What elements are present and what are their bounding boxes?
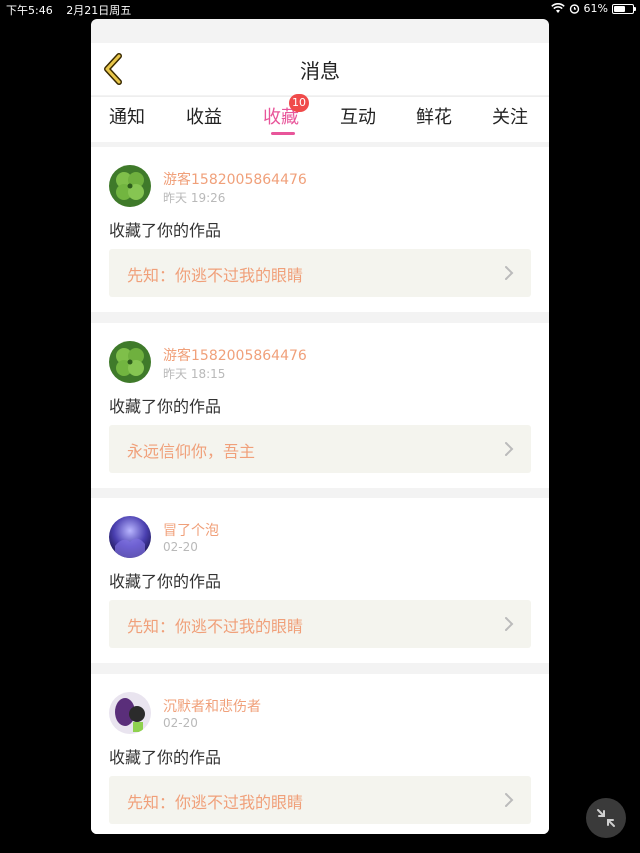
work-link[interactable]: 先知：你逃不过我的眼睛 — [109, 600, 531, 648]
battery-icon — [612, 3, 636, 14]
header-bar: 消息 — [91, 43, 549, 95]
collapse-arrows-icon — [597, 809, 615, 827]
tab-label: 关注 — [492, 107, 528, 128]
message-time: 02-20 — [163, 716, 198, 730]
avatar[interactable] — [109, 692, 151, 734]
tab-label: 通知 — [109, 107, 145, 128]
work-title: 永远信仰你，吾主 — [127, 442, 256, 461]
unread-badge: 10 — [289, 94, 309, 112]
username-link[interactable]: 游客1582005864476 — [163, 169, 307, 189]
message-time: 02-20 — [163, 540, 198, 554]
tab-label: 收益 — [186, 107, 222, 128]
tab-earnings[interactable]: 收益 — [186, 103, 222, 129]
work-link[interactable]: 永远信仰你，吾主 — [109, 425, 531, 473]
chevron-right-icon — [505, 442, 514, 456]
status-bar: 下午5:46 2月21日周五 61% — [0, 0, 640, 18]
work-link[interactable]: 先知：你逃不过我的眼睛 — [109, 249, 531, 297]
message-text: 收藏了你的作品 — [109, 748, 222, 767]
messages-panel: 消息 通知 收益 收藏 10 互动 鲜花 关注 游客1582005864476 … — [91, 19, 549, 834]
avatar[interactable] — [109, 341, 151, 383]
message-time: 昨天 19:26 — [163, 191, 226, 205]
username-link[interactable]: 游客1582005864476 — [163, 345, 307, 365]
minimize-button[interactable] — [586, 798, 626, 838]
battery-percent: 61% — [583, 2, 608, 15]
status-time: 下午5:46 — [6, 4, 53, 17]
tab-interactions[interactable]: 互动 — [340, 103, 376, 129]
username-link[interactable]: 冒了个泡 — [163, 520, 219, 540]
tab-follows[interactable]: 关注 — [492, 103, 528, 129]
work-title: 先知：你逃不过我的眼睛 — [127, 617, 304, 636]
tab-favorites[interactable]: 收藏 10 — [263, 94, 309, 135]
work-title: 先知：你逃不过我的眼睛 — [127, 266, 304, 285]
tab-flowers[interactable]: 鲜花 — [416, 103, 452, 129]
active-tab-indicator — [271, 132, 295, 135]
message-text: 收藏了你的作品 — [109, 397, 222, 416]
message-card: 冒了个泡 02-20 收藏了你的作品 先知：你逃不过我的眼睛 — [91, 498, 549, 663]
wifi-icon — [550, 3, 565, 13]
alarm-icon — [569, 4, 579, 14]
message-card: 沉默者和悲伤者 02-20 收藏了你的作品 先知：你逃不过我的眼睛 — [91, 674, 549, 834]
status-date: 2月21日周五 — [66, 4, 132, 17]
work-link[interactable]: 先知：你逃不过我的眼睛 — [109, 776, 531, 824]
message-text: 收藏了你的作品 — [109, 221, 222, 240]
chevron-right-icon — [505, 617, 514, 631]
message-card: 游客1582005864476 昨天 19:26 收藏了你的作品 先知：你逃不过… — [91, 147, 549, 312]
message-card: 游客1582005864476 昨天 18:15 收藏了你的作品 永远信仰你，吾… — [91, 323, 549, 488]
tab-notifications[interactable]: 通知 — [109, 103, 145, 129]
battery-fill — [614, 5, 625, 12]
avatar[interactable] — [109, 165, 151, 207]
tab-label: 鲜花 — [416, 107, 452, 128]
avatar[interactable] — [109, 516, 151, 558]
message-time: 昨天 18:15 — [163, 367, 226, 381]
tab-label: 互动 — [340, 107, 376, 128]
tab-bar: 通知 收益 收藏 10 互动 鲜花 关注 — [91, 94, 549, 142]
page-title: 消息 — [300, 59, 340, 83]
work-title: 先知：你逃不过我的眼睛 — [127, 793, 304, 812]
message-text: 收藏了你的作品 — [109, 572, 222, 591]
username-link[interactable]: 沉默者和悲伤者 — [163, 696, 261, 716]
chevron-right-icon — [505, 266, 514, 280]
chevron-right-icon — [505, 793, 514, 807]
